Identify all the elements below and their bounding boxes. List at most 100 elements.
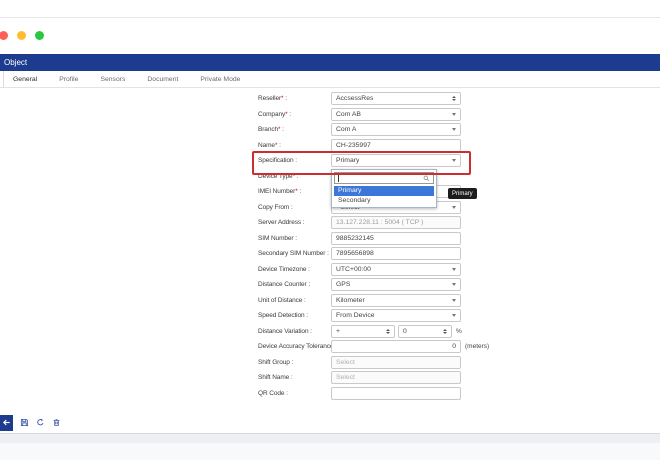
tab-private-mode[interactable]: Private Mode xyxy=(200,76,240,83)
field-row-sim-number: SIM Number :9885232145 xyxy=(0,231,660,247)
field-row-reseller: Reseller* :AccsessRes xyxy=(0,91,660,107)
company-select[interactable]: Com AB xyxy=(331,108,461,121)
field-row-company: Company* :Com AB xyxy=(0,107,660,123)
unit-of-distance-value: Kilometer xyxy=(336,297,365,304)
field-row-name: Name* : CH-235997 xyxy=(0,138,660,154)
field-row-unit-of-distance: Unit of Distance : Kilometer xyxy=(0,293,660,309)
dropdown-arrow-icon xyxy=(452,283,456,286)
field-row-specification: Specification : Primary xyxy=(0,153,660,169)
secondary-sim-number-label: Secondary SIM Number : xyxy=(258,250,331,257)
tab-document[interactable]: Document xyxy=(147,76,178,83)
required-asterisk: * xyxy=(293,173,295,180)
qr-code-input[interactable] xyxy=(331,387,461,400)
name-input[interactable]: CH-235997 xyxy=(331,139,461,152)
distance-counter-select[interactable]: GPS xyxy=(331,278,461,291)
speed-detection-select[interactable]: From Device xyxy=(331,309,461,322)
stepper-icon xyxy=(386,329,390,334)
dropdown-arrow-icon xyxy=(452,299,456,302)
reseller-select[interactable]: AccsessRes xyxy=(331,92,461,105)
stepper-icon xyxy=(452,96,456,101)
distance-variation-sign-value: + xyxy=(336,328,340,335)
device-accuracy-tolerance-label: Device Accuracy Tolerance : xyxy=(258,343,331,350)
device-accuracy-tolerance-input[interactable]: 0 xyxy=(331,340,461,353)
required-asterisk: * xyxy=(285,111,287,118)
window-title: Object xyxy=(4,58,27,67)
branch-value: Com A xyxy=(336,126,356,133)
specification-label: Specification : xyxy=(258,157,331,164)
field-row-distance-counter: Distance Counter : GPS xyxy=(0,277,660,293)
text-cursor xyxy=(338,175,339,182)
field-row-device-type: Device Type* : xyxy=(0,169,660,185)
distance-variation-unit-label: % xyxy=(456,328,462,335)
dropdown-option-primary[interactable]: Primary xyxy=(334,186,434,196)
distance-counter-value: GPS xyxy=(336,281,350,288)
tab-sensors[interactable]: Sensors xyxy=(100,76,125,83)
company-label: Company* : xyxy=(258,111,331,118)
secondary-sim-number-input[interactable]: 7895656898 xyxy=(331,247,461,260)
window-controls xyxy=(0,31,44,40)
field-row-server-address: Server Address :13.127.228.11 : 5004 ( T… xyxy=(0,215,660,231)
window-titlebar: Object xyxy=(0,54,660,71)
dropdown-arrow-icon xyxy=(452,314,456,317)
footer-toolbar xyxy=(0,414,61,431)
dropdown-search-input[interactable] xyxy=(334,172,434,184)
sim-number-input[interactable]: 9885232145 xyxy=(331,232,461,245)
shift-group-value: Select xyxy=(336,359,355,366)
field-row-secondary-sim-number: Secondary SIM Number : 7895656898 xyxy=(0,246,660,262)
specification-select[interactable]: Primary xyxy=(331,154,461,167)
minimize-button[interactable] xyxy=(17,31,26,40)
reseller-label: Reseller* : xyxy=(258,95,331,102)
desktop-background xyxy=(0,443,660,460)
field-row-imei-number: IMEI Number* : xyxy=(0,184,660,200)
save-icon xyxy=(20,414,29,432)
shift-group-label: Shift Group : xyxy=(258,359,331,366)
field-row-qr-code: QR Code : xyxy=(0,386,660,402)
unit-of-distance-label: Unit of Distance : xyxy=(258,297,331,304)
tab-profile[interactable]: Profile xyxy=(59,76,78,83)
trash-icon xyxy=(52,414,61,432)
field-row-shift-name: Shift Name :Select xyxy=(0,370,660,386)
reset-button[interactable] xyxy=(36,414,45,432)
tab-general[interactable]: General xyxy=(13,76,37,83)
name-value: CH-235997 xyxy=(336,142,371,149)
field-row-copy-from: Copy From :--Select-- xyxy=(0,200,660,216)
specification-value: Primary xyxy=(336,157,359,164)
field-row-distance-variation: Distance Variation : +0% xyxy=(0,324,660,340)
device-timezone-label: Device Timezone : xyxy=(258,266,331,273)
back-button[interactable] xyxy=(0,415,13,431)
save-button[interactable] xyxy=(20,414,29,432)
name-label: Name* : xyxy=(258,142,331,149)
dropdown-arrow-icon xyxy=(452,128,456,131)
field-row-device-accuracy-tolerance: Device Accuracy Tolerance :0(meters) xyxy=(0,339,660,355)
device-timezone-select[interactable]: UTC+00:00 xyxy=(331,263,461,276)
zoom-button[interactable] xyxy=(35,31,44,40)
distance-variation-value: 0 xyxy=(403,328,407,335)
secondary-sim-number-value: 7895656898 xyxy=(336,250,374,257)
delete-button[interactable] xyxy=(52,414,61,432)
required-asterisk: * xyxy=(281,95,283,102)
tabbar-divider xyxy=(3,71,4,87)
distance-variation-sign-select[interactable]: + xyxy=(331,325,395,338)
distance-variation-value-input[interactable]: 0 xyxy=(398,325,452,338)
device-timezone-value: UTC+00:00 xyxy=(336,266,371,273)
unit-of-distance-select[interactable]: Kilometer xyxy=(331,294,461,307)
field-row-branch: Branch* :Com A xyxy=(0,122,660,138)
device-type-label: Device Type* : xyxy=(258,173,331,180)
distance-variation-label: Distance Variation : xyxy=(258,328,331,335)
object-form: Reseller* :AccsessResCompany* :Com ABBra… xyxy=(0,91,660,401)
dropdown-arrow-icon xyxy=(452,268,456,271)
field-row-device-timezone: Device Timezone : UTC+00:00 xyxy=(0,262,660,278)
bottom-band xyxy=(0,434,660,443)
arrow-left-icon xyxy=(2,414,11,432)
branch-select[interactable]: Com A xyxy=(331,123,461,136)
shift-group-input: Select xyxy=(331,356,461,369)
tab-bar: General Profile Sensors Document Private Mod… xyxy=(0,71,660,88)
close-button[interactable] xyxy=(0,31,8,40)
dropdown-option-secondary[interactable]: Secondary xyxy=(334,196,434,206)
server-address-input: 13.127.228.11 : 5004 ( TCP ) xyxy=(331,216,461,229)
top-divider xyxy=(0,17,660,18)
dropdown-arrow-icon xyxy=(452,113,456,116)
required-asterisk: * xyxy=(275,142,277,149)
server-address-value: 13.127.228.11 : 5004 ( TCP ) xyxy=(336,219,423,226)
distance-counter-label: Distance Counter : xyxy=(258,281,331,288)
